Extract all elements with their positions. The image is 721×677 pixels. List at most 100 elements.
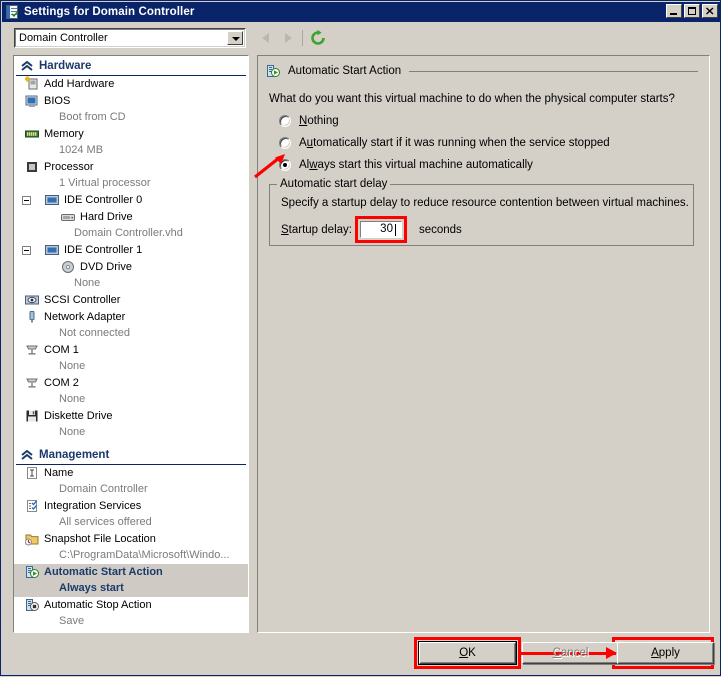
radio-label: Always start this virtual machine automa… (299, 159, 533, 171)
tree-item-com-1[interactable]: COM 1 (14, 342, 248, 359)
accelerator-char: S (281, 223, 289, 236)
tree-item-bios[interactable]: BIOS (14, 93, 248, 110)
radio-option-always-start[interactable]: Always start this virtual machine automa… (279, 159, 709, 171)
cancel-label-text: ancel (560, 647, 589, 659)
tree-item-sublabel: Boot from CD (59, 111, 126, 123)
tree-item-sublabel: Domain Controller.vhd (74, 227, 183, 239)
back-arrow-icon (258, 30, 274, 46)
expander-toggle-icon[interactable] (22, 196, 31, 205)
automatic-start-action-icon (265, 63, 281, 79)
radio-option-nothing[interactable]: Nothing (279, 115, 709, 127)
toolbar-separator (302, 30, 303, 46)
tree-item-snapshot-file-location[interactable]: Snapshot File Location (14, 531, 248, 548)
header-divider (409, 70, 698, 72)
collapse-chevron-icon[interactable] (19, 448, 35, 462)
radio-button[interactable] (279, 137, 291, 149)
tree-item-processor[interactable]: Processor (14, 159, 248, 176)
com-port-icon (24, 342, 40, 358)
settings-tree[interactable]: Hardware Add Hardware BIOS Boot from CD … (13, 55, 249, 633)
section-label: Hardware (39, 59, 92, 72)
tree-item-label: Snapshot File Location (44, 533, 156, 545)
ide-controller-icon (44, 242, 60, 258)
accelerator-char: w (309, 159, 318, 171)
automatic-stop-action-icon (24, 597, 40, 613)
tree-item-label: IDE Controller 0 (64, 194, 143, 206)
panel-title: Automatic Start Action (288, 65, 402, 77)
tree-item-dvd-drive[interactable]: DVD Drive (14, 259, 248, 276)
close-button[interactable] (702, 4, 718, 18)
apply-button[interactable]: Apply (617, 642, 714, 664)
tree-item-sublabel: C:\ProgramData\Microsoft\Windo... (59, 549, 230, 561)
tree-item-label: Diskette Drive (44, 410, 113, 422)
add-hardware-icon (24, 76, 40, 92)
startup-delay-field-wrap: 30 (354, 216, 407, 243)
startup-delay-input[interactable]: 30 (359, 221, 402, 238)
tree-item-sublabel: Save (59, 615, 85, 627)
dvd-drive-icon (60, 259, 76, 275)
tree-item-sublabel: None (59, 360, 86, 372)
ok-button[interactable]: OK (418, 641, 517, 665)
automatic-start-action-icon (24, 564, 40, 580)
tree-item-label: Memory (44, 128, 84, 140)
refresh-icon[interactable] (309, 29, 327, 47)
maximize-button[interactable] (684, 4, 700, 18)
section-header-hardware[interactable]: Hardware (16, 56, 246, 76)
dialog-footer: OK Cancel Apply (1, 635, 721, 677)
nav-buttons (258, 29, 327, 47)
vm-selector-value: Domain Controller (19, 32, 108, 44)
ok-label-text: K (468, 647, 476, 659)
tree-item-scsi-controller[interactable]: SCSI Controller (14, 292, 248, 309)
tree-item-integration-services[interactable]: Integration Services (14, 498, 248, 515)
tree-item-memory[interactable]: Memory (14, 126, 248, 143)
accelerator-char: O (459, 647, 469, 659)
group-title: Automatic start delay (277, 178, 391, 190)
expander-toggle-icon[interactable] (22, 246, 31, 255)
tree-item-name[interactable]: Name (14, 465, 248, 482)
ok-button-label: OK (459, 647, 476, 659)
chevron-down-icon[interactable] (227, 31, 243, 45)
tree-item-label: Automatic Stop Action (44, 599, 152, 611)
tree-item-ide-controller-1[interactable]: IDE Controller 1 (14, 242, 248, 259)
minimize-button[interactable] (666, 4, 682, 18)
radio-label: Nothing (299, 115, 339, 127)
vm-selector-combobox[interactable]: Domain Controller (14, 28, 246, 48)
tree-item-label: SCSI Controller (44, 294, 121, 306)
tree-item-label: Network Adapter (44, 311, 126, 323)
name-icon (24, 465, 40, 481)
ide-controller-icon (44, 192, 60, 208)
tree-item-sublabel: None (59, 426, 86, 438)
tree-item-hard-drive[interactable]: Hard Drive (14, 209, 248, 226)
radio-label-pre: A (299, 137, 307, 149)
tree-item-automatic-stop-action[interactable]: Automatic Stop Action (14, 597, 248, 614)
radio-label: Automatically start if it was running wh… (299, 137, 610, 149)
tree-item-add-hardware[interactable]: Add Hardware (14, 76, 248, 93)
startup-delay-value: 30 (380, 223, 393, 235)
tree-item-sublabel: Not connected (59, 327, 130, 339)
settings-detail-panel: Automatic Start Action What do you want … (257, 55, 710, 633)
radio-button[interactable] (279, 115, 291, 127)
tree-item-sublabel: None (59, 393, 86, 405)
integration-services-icon (24, 498, 40, 514)
tree-item-network-adapter[interactable]: Network Adapter (14, 309, 248, 326)
collapse-chevron-icon[interactable] (19, 59, 35, 73)
tree-item-label: BIOS (44, 95, 71, 107)
radio-label-text: tomatically start if it was running when… (313, 137, 610, 149)
tree-item-ide-controller-0[interactable]: IDE Controller 0 (14, 192, 248, 209)
memory-icon (24, 126, 40, 142)
automatic-start-delay-group: Automatic start delay Specify a startup … (269, 178, 694, 246)
apply-button-label: Apply (651, 647, 680, 659)
tree-item-automatic-start-action[interactable]: Automatic Start Action (14, 564, 248, 581)
tree-item-com-2[interactable]: COM 2 (14, 375, 248, 392)
tree-item-label: COM 1 (44, 344, 79, 356)
radio-button[interactable] (279, 159, 291, 171)
section-header-management[interactable]: Management (16, 445, 246, 465)
radio-option-automatically-start[interactable]: Automatically start if it was running wh… (279, 137, 709, 149)
tree-item-sublabel: Domain Controller (59, 483, 148, 495)
apply-label-text: pply (658, 647, 680, 659)
tree-item-diskette-drive[interactable]: Diskette Drive (14, 408, 248, 425)
tree-item-label: Add Hardware (44, 78, 115, 90)
text-caret (394, 224, 396, 236)
bios-icon (24, 93, 40, 109)
toolbar: Domain Controller (2, 23, 721, 53)
radio-label-pre: Al (299, 159, 310, 171)
